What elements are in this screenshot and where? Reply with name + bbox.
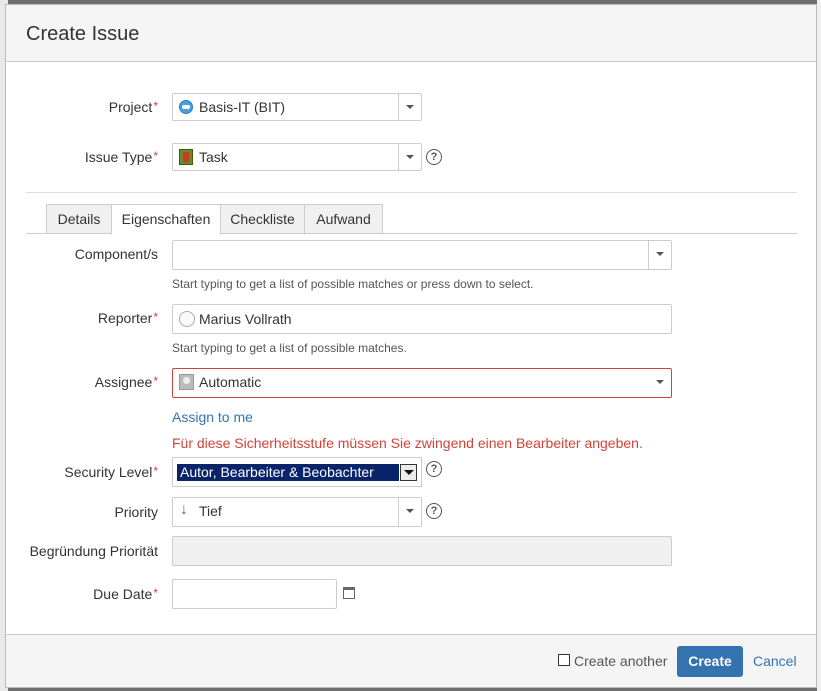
due-date-row: Due Date* [6, 579, 818, 609]
assignee-error: Für diese Sicherheitsstufe müssen Sie zw… [172, 435, 643, 451]
assignee-row: Assignee* Automatic Assign to me Für die… [6, 368, 818, 452]
priority-label: Priority [114, 504, 158, 520]
dialog-header: Create Issue [6, 5, 816, 62]
user-avatar-icon [179, 311, 195, 327]
issue-type-row: Issue Type* Task ? [6, 143, 818, 173]
dialog-footer: Create another Create Cancel [6, 634, 816, 687]
components-input[interactable] [172, 240, 672, 270]
tab-eigenschaften[interactable]: Eigenschaften [111, 204, 221, 235]
issue-type-label: Issue Type* [84, 149, 158, 165]
issue-type-select[interactable]: Task [172, 143, 422, 171]
reporter-input[interactable]: Marius Vollrath [172, 304, 672, 334]
required-marker: * [153, 374, 158, 388]
begruendung-label: Begründung Priorität [29, 543, 158, 559]
reporter-label: Reporter* [97, 310, 158, 326]
priority-value: Tief [199, 503, 222, 519]
project-select[interactable]: Basis-IT (BIT) [172, 93, 422, 121]
chevron-down-icon[interactable] [649, 369, 671, 397]
task-icon [179, 149, 193, 165]
tab-details[interactable]: Details [46, 204, 112, 234]
priority-row: Priority ↓ Tief ? [6, 497, 818, 527]
security-level-value: Autor, Bearbeiter & Beobachter [177, 464, 399, 481]
begruendung-row: Begründung Priorität [6, 536, 818, 566]
help-icon[interactable]: ? [426, 503, 442, 519]
create-button[interactable]: Create [677, 646, 743, 677]
required-marker: * [153, 310, 158, 324]
create-another-checkbox[interactable] [558, 654, 570, 666]
tab-aufwand[interactable]: Aufwand [304, 204, 383, 234]
help-icon[interactable]: ? [426, 149, 442, 165]
assignee-label: Assignee* [94, 374, 158, 390]
chevron-down-icon[interactable] [648, 241, 671, 269]
reporter-value: Marius Vollrath [199, 311, 292, 327]
dialog-title: Create Issue [26, 23, 140, 45]
chevron-down-icon[interactable] [398, 94, 421, 120]
tab-checkliste[interactable]: Checkliste [220, 204, 305, 234]
issue-type-value: Task [199, 149, 228, 165]
project-label: Project* [108, 99, 158, 115]
components-hint: Start typing to get a list of possible m… [172, 277, 534, 291]
project-value: Basis-IT (BIT) [199, 99, 286, 115]
required-marker: * [153, 464, 158, 478]
security-level-label: Security Level* [64, 464, 158, 480]
assignee-select[interactable]: Automatic [172, 368, 672, 398]
priority-select[interactable]: ↓ Tief [172, 497, 422, 527]
begruendung-input[interactable] [172, 536, 672, 566]
project-cloud-icon [179, 100, 193, 114]
chevron-down-icon[interactable] [398, 498, 421, 526]
cancel-button[interactable]: Cancel [753, 653, 797, 669]
required-marker: * [153, 149, 158, 163]
calendar-icon[interactable] [343, 587, 355, 599]
required-marker: * [153, 99, 158, 113]
chevron-down-icon[interactable] [400, 464, 417, 481]
create-issue-dialog: Create Issue Project* Basis-IT (BIT) Iss… [5, 4, 817, 688]
security-level-row: Security Level* Autor, Bearbeiter & Beob… [6, 457, 818, 487]
assignee-value: Automatic [199, 374, 262, 390]
chevron-down-icon[interactable] [398, 144, 421, 170]
reporter-row: Reporter* Marius Vollrath Start typing t… [6, 304, 818, 364]
due-date-input[interactable] [172, 579, 337, 609]
user-avatar-icon [179, 374, 194, 390]
divider [26, 192, 797, 193]
components-label: Component/s [74, 246, 158, 262]
due-date-label: Due Date* [93, 586, 158, 602]
assign-to-me-link[interactable]: Assign to me [172, 409, 253, 425]
reporter-hint: Start typing to get a list of possible m… [172, 341, 407, 355]
required-marker: * [153, 586, 158, 600]
arrow-down-icon: ↓ [180, 501, 188, 518]
components-row: Component/s Start typing to get a list o… [6, 240, 818, 300]
security-level-select[interactable]: Autor, Bearbeiter & Beobachter [172, 457, 422, 487]
help-icon[interactable]: ? [426, 461, 442, 477]
create-another-label[interactable]: Create another [574, 653, 667, 669]
project-row: Project* Basis-IT (BIT) [6, 93, 818, 123]
